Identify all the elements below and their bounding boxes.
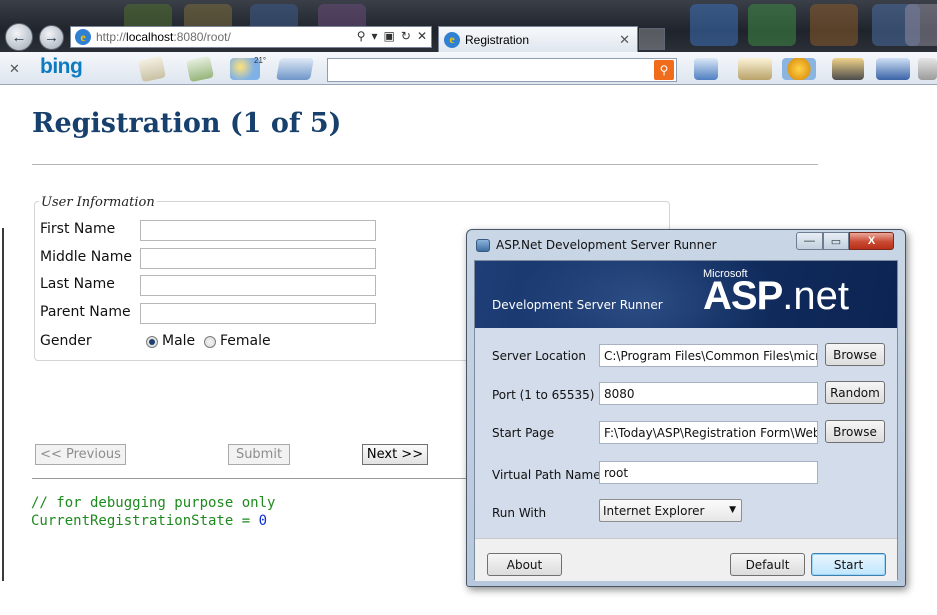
submit-button[interactable]: Submit bbox=[228, 444, 290, 465]
left-border bbox=[2, 228, 4, 581]
middle-name-label: Middle Name bbox=[40, 249, 132, 265]
page-title: Registration (1 of 5) bbox=[32, 108, 342, 139]
tab-close-icon[interactable]: ✕ bbox=[619, 32, 630, 48]
asp-net-logo: ASP.net bbox=[703, 274, 849, 318]
finance-icon[interactable] bbox=[738, 58, 772, 80]
server-location-input[interactable]: C:\Program Files\Common Files\microsoft bbox=[599, 344, 818, 367]
server-location-label: Server Location bbox=[492, 349, 586, 363]
forward-arrow-icon: → bbox=[44, 29, 59, 46]
title-divider bbox=[32, 164, 818, 165]
run-with-value: Internet Explorer bbox=[603, 504, 705, 518]
background-app-icon bbox=[748, 4, 796, 46]
debug-state-name: CurrentRegistrationState bbox=[31, 513, 234, 529]
back-button[interactable]: ← bbox=[5, 23, 33, 51]
content-divider bbox=[32, 478, 472, 479]
mail-icon[interactable] bbox=[276, 58, 314, 80]
default-button[interactable]: Default bbox=[730, 553, 805, 576]
back-arrow-icon: ← bbox=[11, 28, 27, 46]
ie-tab-icon: e bbox=[444, 31, 460, 48]
gender-male-radio[interactable] bbox=[146, 336, 158, 348]
games-icon[interactable] bbox=[832, 58, 864, 80]
address-bar[interactable]: e http://localhost:8080/root/ ⚲ ▾ ▣ ↻ ✕ bbox=[70, 26, 432, 48]
new-tab-button[interactable] bbox=[639, 28, 665, 50]
stop-icon[interactable]: ✕ bbox=[417, 29, 427, 43]
last-name-input[interactable] bbox=[140, 275, 376, 296]
settings-gear-icon[interactable] bbox=[782, 58, 816, 80]
parent-name-label: Parent Name bbox=[40, 304, 131, 320]
first-name-input[interactable] bbox=[140, 220, 376, 241]
compatibility-view-icon[interactable]: ▣ bbox=[384, 29, 395, 43]
next-button[interactable]: Next >> bbox=[362, 444, 428, 465]
virtual-path-label: Virtual Path Name bbox=[492, 468, 601, 482]
search-go-icon[interactable]: ⚲ bbox=[654, 60, 674, 80]
bing-logo[interactable]: bing bbox=[40, 55, 83, 79]
news-icon[interactable] bbox=[137, 55, 167, 83]
background-app-icon bbox=[690, 4, 738, 46]
browser-titlebar: ← → e http://localhost:8080/root/ ⚲ ▾ ▣ … bbox=[0, 0, 937, 52]
port-label: Port (1 to 65535) bbox=[492, 388, 595, 402]
run-with-select[interactable]: Internet Explorer ▼ bbox=[599, 499, 742, 522]
search-icon[interactable]: ⚲ bbox=[357, 29, 366, 43]
gender-male-label[interactable]: Male bbox=[162, 333, 195, 349]
first-name-label: First Name bbox=[40, 221, 116, 237]
start-page-input[interactable]: F:\Today\ASP\Registration Form\WebApp bbox=[599, 421, 818, 444]
dialog-titlebar[interactable]: ASP.Net Development Server Runner — ▭ X bbox=[467, 230, 905, 260]
browser-tab[interactable]: e Registration ✕ bbox=[438, 26, 638, 52]
server-location-browse-button[interactable]: Browse bbox=[825, 343, 885, 366]
banner-subtitle: Development Server Runner bbox=[492, 298, 663, 312]
refresh-icon[interactable]: ↻ bbox=[401, 29, 411, 43]
weather-temperature: 21° bbox=[254, 56, 267, 65]
previous-button[interactable]: << Previous bbox=[35, 444, 126, 465]
dropdown-icon[interactable]: ▾ bbox=[372, 29, 378, 43]
server-runner-dialog: ASP.Net Development Server Runner — ▭ X … bbox=[466, 229, 906, 587]
toolbar-close-icon[interactable]: ✕ bbox=[9, 61, 20, 77]
asp-net-banner: Development Server Runner Microsoft ASP.… bbox=[475, 261, 897, 328]
minimize-button[interactable]: — bbox=[796, 232, 823, 250]
ie-icon: e bbox=[75, 29, 91, 45]
fieldset-legend: User Information bbox=[39, 195, 157, 210]
last-name-label: Last Name bbox=[40, 276, 115, 292]
address-url: http://localhost:8080/root/ bbox=[96, 30, 231, 44]
dialog-title: ASP.Net Development Server Runner bbox=[496, 238, 717, 252]
forward-button[interactable]: → bbox=[39, 25, 64, 50]
address-tools: ⚲ ▾ ▣ ↻ ✕ bbox=[357, 29, 427, 43]
about-button[interactable]: About bbox=[487, 553, 562, 576]
parent-name-input[interactable] bbox=[140, 303, 376, 324]
gender-female-label[interactable]: Female bbox=[220, 333, 271, 349]
debug-comment: // for debugging purpose only bbox=[31, 495, 276, 511]
close-button[interactable]: X bbox=[849, 232, 894, 250]
video-icon[interactable] bbox=[876, 58, 910, 80]
dialog-footer: About Default Start bbox=[475, 538, 897, 581]
virtual-path-input[interactable]: root bbox=[599, 461, 818, 484]
chevron-down-icon: ▼ bbox=[729, 505, 736, 515]
start-button[interactable]: Start bbox=[811, 553, 886, 576]
bing-search-input[interactable] bbox=[327, 58, 677, 82]
debug-state-equals: = bbox=[233, 513, 259, 529]
maps-icon[interactable] bbox=[185, 55, 215, 83]
start-page-label: Start Page bbox=[492, 426, 555, 440]
maximize-button[interactable]: ▭ bbox=[823, 232, 849, 250]
app-icon bbox=[476, 239, 490, 252]
background-app-icon bbox=[905, 4, 937, 46]
background-app-icon bbox=[810, 4, 858, 46]
start-page-browse-button[interactable]: Browse bbox=[825, 420, 885, 443]
run-with-label: Run With bbox=[492, 506, 547, 520]
tab-title: Registration bbox=[465, 32, 530, 47]
like-icon[interactable] bbox=[694, 58, 718, 80]
gender-female-radio[interactable] bbox=[204, 336, 216, 348]
debug-state: CurrentRegistrationState = 0 bbox=[31, 513, 267, 529]
middle-name-input[interactable] bbox=[140, 248, 376, 269]
dialog-client-area: Development Server Runner Microsoft ASP.… bbox=[474, 260, 898, 581]
random-port-button[interactable]: Random bbox=[825, 381, 885, 404]
gender-label: Gender bbox=[40, 333, 92, 349]
port-input[interactable]: 8080 bbox=[599, 382, 818, 405]
more-icon[interactable] bbox=[918, 58, 937, 80]
debug-state-value: 0 bbox=[258, 513, 268, 529]
